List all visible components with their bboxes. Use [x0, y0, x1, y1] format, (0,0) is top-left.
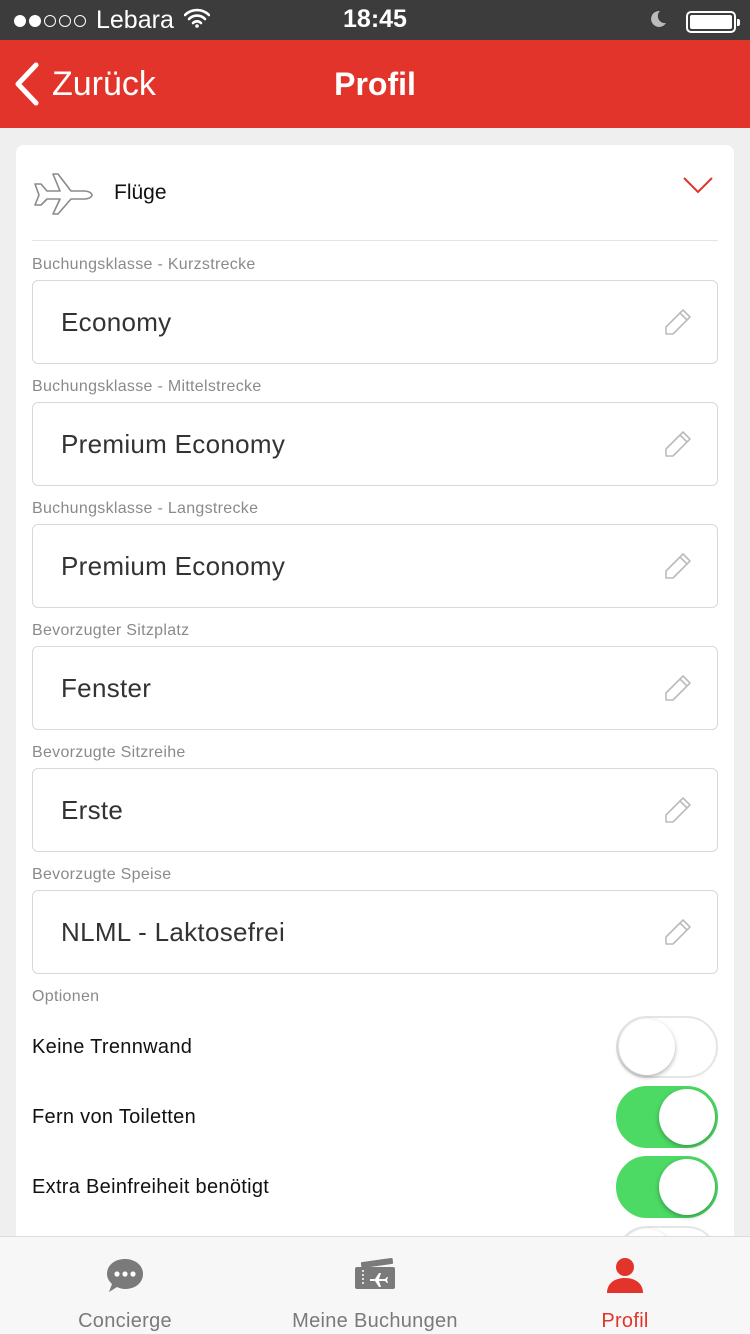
toggle-extra-beinfreiheit[interactable]	[616, 1156, 718, 1218]
clock: 18:45	[343, 5, 407, 33]
moon-icon	[648, 9, 668, 34]
tab-bar: Concierge Meine Buchungen Profil	[0, 1236, 750, 1334]
tab-label: Concierge	[78, 1310, 172, 1332]
chat-bubble-icon	[107, 1259, 143, 1292]
person-icon	[607, 1258, 643, 1293]
option-label-extra-beinfreiheit: Extra Beinfreiheit benötigt	[32, 1176, 270, 1198]
field-value: Premium Economy	[61, 428, 286, 459]
tab-profil[interactable]: Profil	[500, 1237, 750, 1334]
field-value: Erste	[61, 794, 124, 825]
toggle-knob	[619, 1019, 675, 1075]
field-value: Premium Economy	[61, 550, 286, 581]
toggle-fern-von-toiletten[interactable]	[616, 1086, 718, 1148]
ticket-icon	[355, 1257, 395, 1289]
field-value: Fenster	[61, 672, 152, 703]
pencil-icon	[665, 553, 691, 579]
pencil-icon	[665, 797, 691, 823]
field-sitzreihe[interactable]: Erste	[32, 768, 718, 852]
pencil-icon	[665, 675, 691, 701]
tab-concierge[interactable]: Concierge	[0, 1237, 250, 1334]
tab-label: Profil	[601, 1310, 649, 1332]
chevron-down-icon	[683, 177, 713, 194]
option-label-keine-trennwand: Keine Trennwand	[32, 1036, 193, 1058]
status-right	[648, 9, 740, 34]
pencil-icon	[665, 431, 691, 457]
nav-bar: Zurück Profil	[0, 40, 750, 128]
battery-icon	[686, 10, 740, 33]
back-button[interactable]: Zurück	[14, 40, 156, 128]
field-mittelstrecke[interactable]: Premium Economy	[32, 402, 718, 486]
field-value: Economy	[61, 306, 172, 337]
section-title: Flüge	[114, 180, 167, 204]
toggle-knob	[659, 1089, 715, 1145]
option-label-fern-von-toiletten: Fern von Toiletten	[32, 1106, 197, 1128]
field-label-langstrecke: Buchungsklasse - Langstrecke	[32, 500, 259, 517]
airplane-icon	[34, 172, 93, 215]
field-label-sitzreihe: Bevorzugte Sitzreihe	[32, 744, 186, 761]
field-label-mittelstrecke: Buchungsklasse - Mittelstrecke	[32, 378, 262, 395]
chevron-left-icon	[15, 62, 39, 106]
section-header-fluege[interactable]: Flüge	[32, 145, 718, 241]
options-label: Optionen	[32, 988, 100, 1005]
tab-meine-buchungen[interactable]: Meine Buchungen	[250, 1237, 500, 1334]
tab-label: Meine Buchungen	[292, 1310, 458, 1332]
toggle-knob	[659, 1159, 715, 1215]
field-label-speise: Bevorzugte Speise	[32, 866, 172, 883]
field-langstrecke[interactable]: Premium Economy	[32, 524, 718, 608]
field-sitzplatz[interactable]: Fenster	[32, 646, 718, 730]
status-bar: Lebara 18:45	[0, 0, 750, 40]
field-kurzstrecke[interactable]: Economy	[32, 280, 718, 364]
toggle-keine-trennwand[interactable]	[616, 1016, 718, 1078]
profile-card: Flüge Buchungsklasse - Kurzstrecke Econo…	[16, 145, 734, 1288]
field-speise[interactable]: NLML - Laktosefrei	[32, 890, 718, 974]
field-value: NLML - Laktosefrei	[61, 916, 286, 947]
field-label-sitzplatz: Bevorzugter Sitzplatz	[32, 622, 190, 639]
back-label: Zurück	[52, 64, 156, 103]
pencil-icon	[665, 919, 691, 945]
pencil-icon	[665, 309, 691, 335]
field-label-kurzstrecke: Buchungsklasse - Kurzstrecke	[32, 256, 256, 273]
